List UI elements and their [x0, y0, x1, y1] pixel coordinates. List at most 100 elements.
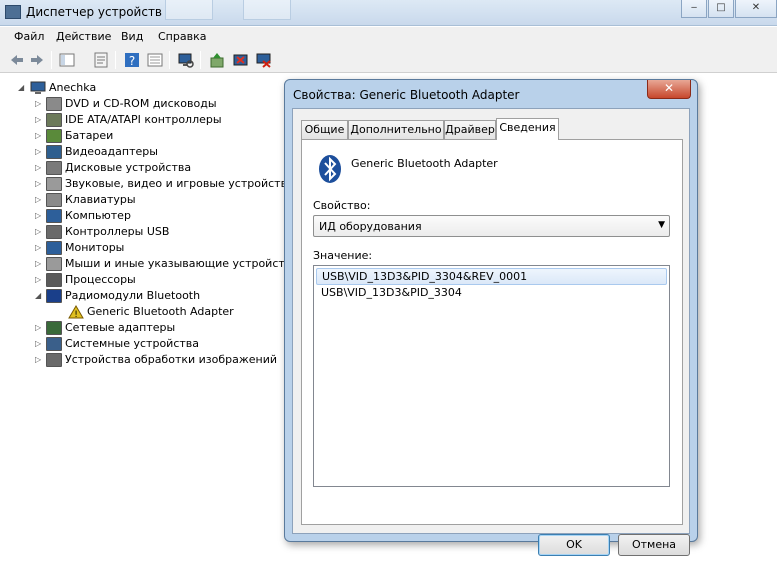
expand-arrow-icon[interactable]: ▷: [35, 163, 44, 172]
menu-file[interactable]: Файл: [14, 30, 44, 43]
maximize-button[interactable]: □: [708, 0, 734, 18]
disable-device-icon[interactable]: [233, 52, 249, 68]
network-adapter-icon: [46, 321, 62, 335]
disk-drive-icon: [46, 161, 62, 175]
property-label: Свойство:: [313, 199, 371, 212]
svg-text:!: !: [74, 310, 78, 319]
tree-item-label: Устройства обработки изображений: [65, 353, 278, 366]
expand-arrow-icon[interactable]: ▷: [35, 131, 44, 140]
tab-general[interactable]: Общие: [301, 120, 348, 139]
tree-item-label: DVD и CD-ROM дисководы: [65, 97, 217, 110]
tree-item-label: Сетевые адаптеры: [65, 321, 176, 334]
svg-text:?: ?: [129, 54, 135, 68]
computer-icon: [30, 81, 46, 94]
expand-arrow-icon[interactable]: ▷: [35, 115, 44, 124]
collapse-arrow-icon[interactable]: ◢: [18, 83, 27, 92]
properties-dialog: Свойства: Generic Bluetooth Adapter ✕ Об…: [284, 79, 698, 556]
toolbar-separator: [51, 51, 52, 69]
property-select[interactable]: ИД оборудования ▼: [313, 215, 670, 237]
dvd-drive-icon: [46, 97, 62, 111]
keyboard-icon: [46, 193, 62, 207]
uninstall-device-icon[interactable]: [256, 52, 272, 68]
show-tree-icon[interactable]: [59, 52, 75, 68]
expand-arrow-icon[interactable]: ▷: [35, 259, 44, 268]
tree-item-label: Мониторы: [65, 241, 125, 254]
dialog-body: Общие Дополнительно Драйвер Сведения Gen…: [292, 108, 690, 556]
dialog-title: Свойства: Generic Bluetooth Adapter: [293, 88, 520, 102]
chevron-down-icon: ▼: [658, 220, 665, 230]
tab-advanced[interactable]: Дополнительно: [348, 120, 444, 139]
menu-action[interactable]: Действие: [56, 30, 111, 43]
device-tree[interactable]: ◢ Anechka ▷ DVD и CD-ROM дисководы ▷ IDE AT…: [0, 74, 298, 564]
property-select-value: ИД оборудования: [319, 220, 422, 233]
expand-arrow-icon[interactable]: ▷: [35, 355, 44, 364]
menu-bar: Файл Действие Вид Справка: [0, 27, 777, 47]
tree-item-label: Системные устройства: [65, 337, 199, 350]
expand-arrow-icon[interactable]: ▷: [35, 211, 44, 220]
scan-hardware-icon[interactable]: [178, 52, 194, 68]
device-name: Generic Bluetooth Adapter: [351, 157, 498, 170]
cancel-button[interactable]: Отмена: [618, 534, 690, 556]
title-bar[interactable]: Диспетчер устройств ‒ □ ✕: [0, 0, 777, 26]
imaging-device-icon: [46, 353, 62, 367]
system-device-icon: [46, 337, 62, 351]
toolbar-separator: [169, 51, 170, 69]
mouse-icon: [46, 257, 62, 271]
computer-icon: [46, 209, 62, 223]
display-adapter-icon: [46, 145, 62, 159]
minimize-button[interactable]: ‒: [681, 0, 707, 18]
back-arrow-icon[interactable]: [9, 52, 25, 68]
tree-item-label: Компьютер: [65, 209, 131, 222]
list-item[interactable]: USB\VID_13D3&PID_3304: [316, 285, 667, 302]
tree-item-label: Мыши и иные указывающие устройства: [65, 257, 299, 270]
processor-icon: [46, 273, 62, 287]
expand-arrow-icon[interactable]: ▷: [35, 99, 44, 108]
tree-item-label: Generic Bluetooth Adapter: [87, 305, 234, 318]
expand-arrow-icon[interactable]: ▷: [35, 147, 44, 156]
close-button[interactable]: ✕: [735, 0, 777, 18]
expand-arrow-icon[interactable]: ▷: [35, 195, 44, 204]
ok-button[interactable]: OK: [538, 534, 610, 556]
expand-arrow-icon[interactable]: ▷: [35, 243, 44, 252]
usb-icon: [46, 225, 62, 239]
value-label: Значение:: [313, 249, 373, 262]
expand-arrow-icon[interactable]: ▷: [35, 323, 44, 332]
toolbar-separator: [200, 51, 201, 69]
expand-arrow-icon[interactable]: ▷: [35, 339, 44, 348]
bluetooth-icon: [46, 289, 62, 303]
tree-item-label: Батареи: [65, 129, 114, 142]
expand-arrow-icon[interactable]: ▷: [35, 227, 44, 236]
tree-item-label: Клавиатуры: [65, 193, 136, 206]
tree-item-label: Дисковые устройства: [65, 161, 192, 174]
expand-arrow-icon[interactable]: ▷: [35, 275, 44, 284]
help-icon[interactable]: ?: [124, 52, 140, 68]
update-driver-icon[interactable]: [209, 52, 225, 68]
bluetooth-icon: [319, 155, 341, 183]
list-item[interactable]: USB\VID_13D3&PID_3304&REV_0001: [316, 268, 667, 285]
warning-bluetooth-icon: !: [68, 305, 84, 320]
device-manager-icon: [5, 5, 21, 19]
details-panel: Generic Bluetooth Adapter Свойство: ИД о…: [301, 139, 690, 556]
background-window-ghost: [165, 0, 213, 20]
window-title: Диспетчер устройств: [26, 5, 163, 19]
dialog-close-button[interactable]: ✕: [647, 80, 691, 99]
ide-controller-icon: [46, 113, 62, 127]
expand-arrow-icon[interactable]: ◢: [35, 291, 44, 300]
value-list[interactable]: USB\VID_13D3&PID_3304&REV_0001 USB\VID_1…: [313, 265, 670, 487]
properties-icon[interactable]: [93, 52, 109, 68]
tab-driver[interactable]: Драйвер: [444, 120, 496, 139]
tab-details[interactable]: Сведения: [496, 118, 559, 140]
toolbar-separator: [115, 51, 116, 69]
toolbar: ?: [0, 47, 777, 73]
expand-arrow-icon[interactable]: ▷: [35, 179, 44, 188]
menu-help[interactable]: Справка: [158, 30, 206, 43]
background-window-ghost: [243, 0, 291, 20]
tree-item-label: IDE ATA/ATAPI контроллеры: [65, 113, 222, 126]
forward-arrow-icon[interactable]: [29, 52, 45, 68]
view-icon[interactable]: [147, 52, 163, 68]
tree-item-label: Звуковые, видео и игровые устройства: [65, 177, 294, 190]
menu-view[interactable]: Вид: [121, 30, 143, 43]
tree-item-label: Контроллеры USB: [65, 225, 170, 238]
tree-item-label: Видеоадаптеры: [65, 145, 158, 158]
tree-item-label: Процессоры: [65, 273, 136, 286]
